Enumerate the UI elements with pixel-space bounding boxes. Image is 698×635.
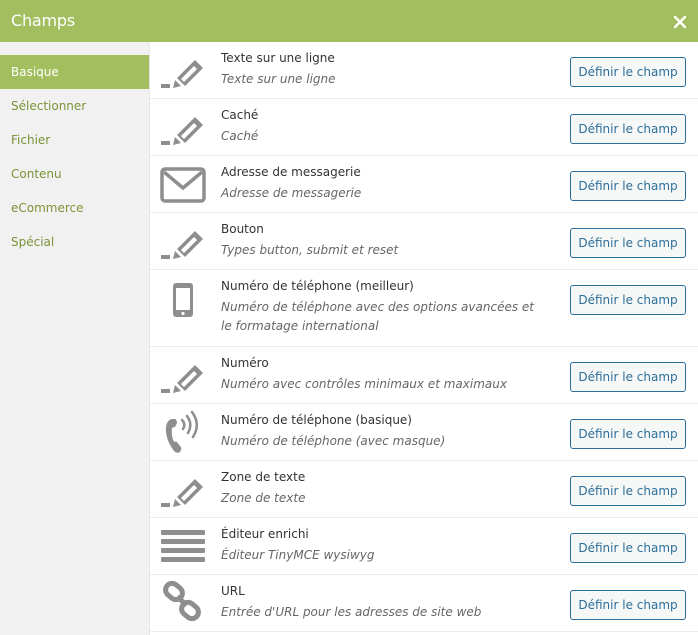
field-name: Numéro de téléphone (meilleur): [221, 279, 414, 293]
field-description: Entrée d'URL pour les adresses de site w…: [221, 605, 482, 619]
field-name: Zone de texte: [221, 470, 306, 484]
define-field-button[interactable]: Définir le champ: [570, 228, 686, 258]
define-field-button[interactable]: Définir le champ: [570, 171, 686, 201]
field-row: Caché Caché Définir le champ: [150, 99, 698, 156]
field-name: Éditeur enrichi: [221, 527, 309, 541]
field-name: Numéro de téléphone (basique): [221, 413, 412, 427]
field-row: Zone de texte Zone de texte Définir le c…: [150, 461, 698, 518]
define-field-button[interactable]: Définir le champ: [570, 114, 686, 144]
sidebar-item-basique[interactable]: Basique: [0, 55, 149, 89]
sidebar-item-special[interactable]: Spécial: [0, 225, 149, 259]
field-name: Adresse de messagerie: [221, 165, 361, 179]
field-description: Texte sur une ligne: [221, 72, 336, 86]
close-icon[interactable]: [672, 14, 688, 30]
field-name: URL: [221, 584, 245, 598]
modal-title: Champs: [11, 11, 75, 30]
pencil-icon: [161, 60, 203, 88]
smartphone-icon: [173, 283, 193, 317]
link-icon: [163, 580, 201, 622]
sidebar-item-fichier[interactable]: Fichier: [0, 123, 149, 157]
field-description: Zone de texte: [221, 491, 306, 505]
define-field-button[interactable]: Définir le champ: [570, 362, 686, 392]
define-field-button[interactable]: Définir le champ: [570, 57, 686, 87]
field-row: Texte sur une ligne Texte sur une ligne …: [150, 42, 698, 99]
field-row: Bouton Types button, submit et reset Déf…: [150, 213, 698, 270]
text-lines-icon: [161, 530, 205, 562]
field-row: URL Entrée d'URL pour les adresses de si…: [150, 575, 698, 632]
field-description: Éditeur TinyMCE wysiwyg: [221, 548, 375, 562]
envelope-icon: [160, 167, 206, 203]
define-field-button[interactable]: Définir le champ: [570, 533, 686, 563]
field-name: Caché: [221, 108, 259, 122]
field-row: Adresse de messagerie Adresse de message…: [150, 156, 698, 213]
field-description: Numéro de téléphone avec des options ava…: [221, 300, 534, 333]
sidebar-item-contenu[interactable]: Contenu: [0, 157, 149, 191]
field-description: Adresse de messagerie: [221, 186, 362, 200]
field-name: Texte sur une ligne: [221, 51, 335, 65]
pencil-icon: [161, 231, 203, 259]
field-name: Numéro: [221, 356, 269, 370]
define-field-button[interactable]: Définir le champ: [570, 285, 686, 315]
field-description: Numéro avec contrôles minimaux et maxima…: [221, 377, 507, 391]
pencil-icon: [161, 365, 203, 393]
sidebar-item-ecommerce[interactable]: eCommerce: [0, 191, 149, 225]
category-sidebar: Basique Sélectionner Fichier Contenu eCo…: [0, 42, 149, 635]
field-row: Numéro Numéro avec contrôles minimaux et…: [150, 347, 698, 404]
define-field-button[interactable]: Définir le champ: [570, 476, 686, 506]
field-row: Numéro de téléphone (basique) Numéro de …: [150, 404, 698, 461]
field-row: Éditeur enrichi Éditeur TinyMCE wysiwyg …: [150, 518, 698, 575]
define-field-button[interactable]: Définir le champ: [570, 419, 686, 449]
modal-header: Champs: [0, 0, 698, 42]
field-description: Caché: [221, 129, 259, 143]
field-row: Numéro de téléphone (meilleur) Numéro de…: [150, 270, 698, 347]
define-field-button[interactable]: Définir le champ: [570, 590, 686, 620]
field-description: Numéro de téléphone (avec masque): [221, 434, 446, 448]
field-list: Texte sur une ligne Texte sur une ligne …: [149, 42, 698, 635]
pencil-icon: [161, 117, 203, 145]
field-description: Types button, submit et reset: [221, 243, 399, 257]
field-name: Bouton: [221, 222, 264, 236]
phone-ringing-icon: [165, 410, 198, 453]
pencil-icon: [161, 479, 203, 507]
sidebar-item-selectionner[interactable]: Sélectionner: [0, 89, 149, 123]
